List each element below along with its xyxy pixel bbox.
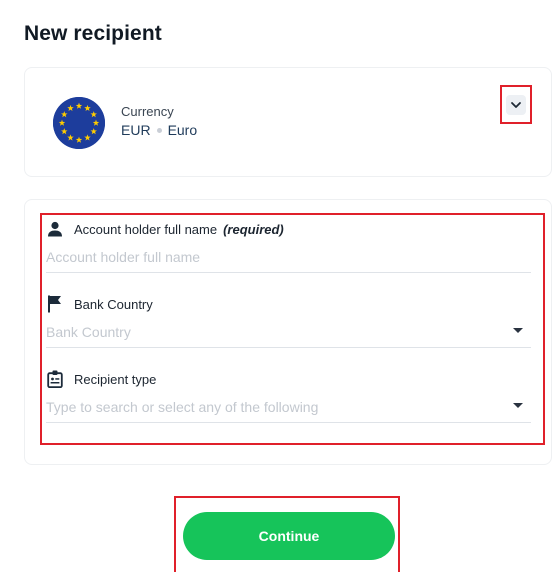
recipient-type-label: Recipient type: [74, 371, 157, 387]
account-holder-label-row: Account holder full name (required): [46, 220, 531, 238]
account-holder-input[interactable]: [46, 246, 531, 268]
bank-country-label-row: Bank Country: [46, 295, 531, 313]
bank-country-field: Bank Country: [46, 295, 531, 348]
flag-icon: [46, 295, 64, 313]
eu-flag-icon: [53, 97, 105, 149]
bank-country-label: Bank Country: [74, 296, 153, 312]
account-holder-label-text: Account holder full name: [74, 221, 218, 237]
currency-label: Currency: [121, 104, 174, 119]
caret-down-icon[interactable]: [513, 403, 523, 408]
id-badge-icon: [46, 370, 64, 388]
bank-country-select[interactable]: [46, 321, 531, 343]
chevron-down-icon[interactable]: [506, 94, 526, 115]
recipient-type-field: Recipient type: [46, 370, 531, 423]
bank-country-input-wrap: [46, 321, 531, 348]
required-tag: (required): [223, 221, 284, 237]
page-title: New recipient: [24, 22, 162, 45]
account-holder-field: Account holder full name (required): [46, 220, 531, 273]
new-recipient-page: New recipient Currency EUR Euro Account …: [0, 0, 558, 572]
currency-info: Currency EUR Euro: [121, 104, 197, 138]
currency-code: EUR: [121, 122, 151, 138]
currency-dropdown-toggle[interactable]: [500, 85, 532, 124]
account-holder-input-wrap: [46, 246, 531, 273]
currency-name: Euro: [167, 122, 198, 138]
user-icon: [46, 220, 64, 238]
recipient-type-input-wrap: [46, 396, 531, 423]
caret-down-icon[interactable]: [513, 328, 523, 333]
recipient-type-label-row: Recipient type: [46, 370, 531, 388]
continue-button[interactable]: Continue: [183, 512, 395, 560]
currency-card: Currency EUR Euro: [24, 67, 552, 177]
recipient-type-select[interactable]: [46, 396, 531, 418]
separator-dot: [156, 127, 162, 133]
account-holder-label: Account holder full name (required): [74, 222, 284, 237]
currency-value: EUR Euro: [121, 122, 197, 138]
